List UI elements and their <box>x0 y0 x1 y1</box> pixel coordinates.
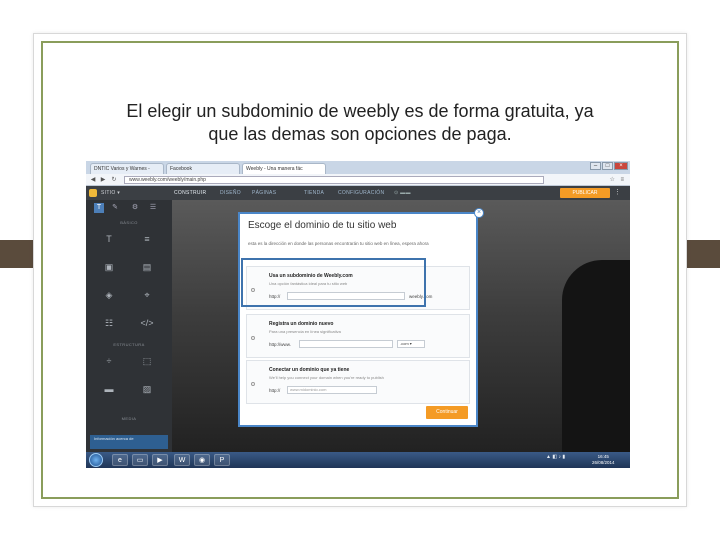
sidebar-tab-settings-icon[interactable]: ☰ <box>148 203 158 213</box>
dialog-title: Escoge el dominio de tu sitio web <box>248 220 397 231</box>
powerpoint-icon[interactable]: P <box>214 454 230 466</box>
screenshot: DNTIC Varios y Warnes - Facebook Weebly … <box>86 161 630 468</box>
element-gallery-icon[interactable]: ◈ <box>92 284 126 306</box>
element-map-icon[interactable]: ⌖ <box>130 284 164 306</box>
subdomain-highlight-box <box>241 258 426 307</box>
element-contact-form-icon[interactable]: ☷ <box>92 312 126 334</box>
tld-select-value: .com <box>400 341 409 346</box>
clock-date: 26/08/2014 <box>592 460 615 465</box>
element-text-icon[interactable]: ≡ <box>130 228 164 250</box>
publish-button[interactable]: PUBLICAR <box>560 188 610 198</box>
minimize-button[interactable]: – <box>590 162 601 170</box>
more-menu-icon[interactable]: ⋮ <box>614 186 621 200</box>
start-button-icon[interactable] <box>89 453 103 467</box>
browser-menu-icons[interactable]: ☆ ≡ <box>609 176 626 184</box>
forward-icon[interactable]: ▶ <box>99 176 107 184</box>
connect-title: Conectar un dominio que ya tiene <box>269 367 350 373</box>
browser-tab-3-active[interactable]: Weebly - Una manera fác <box>242 163 326 174</box>
explorer-icon[interactable]: ▭ <box>132 454 148 466</box>
element-embed-code-icon[interactable]: </> <box>130 312 164 334</box>
element-image-text-icon[interactable]: ▤ <box>130 256 164 278</box>
caption-line-1: El elegir un subdominio de weebly es de … <box>126 101 594 121</box>
browser-tab-2[interactable]: Facebook <box>166 163 240 174</box>
weebly-logo-icon[interactable] <box>89 189 97 197</box>
nav-diseno[interactable]: DISEÑO <box>220 186 241 200</box>
sidebar-section-media: MEDIA <box>121 416 137 421</box>
caption-line-2: que las demas son opciones de paga. <box>208 124 512 144</box>
element-divider-icon[interactable]: ÷ <box>92 350 126 372</box>
element-title-icon[interactable]: T <box>92 228 126 250</box>
domain-dialog: × Escoge el dominio de tu sitio web esta… <box>238 208 484 427</box>
connect-radio[interactable] <box>251 382 255 386</box>
element-button-icon[interactable]: ▬ <box>92 378 126 400</box>
option-connect-domain[interactable]: Conectar un dominio que ya tiene We'll h… <box>246 360 470 404</box>
continue-button[interactable]: Continuar <box>426 406 468 419</box>
register-input[interactable] <box>299 340 393 348</box>
sidebar-tab-tools-icon[interactable]: ⚙ <box>130 203 140 213</box>
connect-input[interactable]: www.midominio.com <box>287 386 377 394</box>
sidebar-section-structure: ESTRUCTURA <box>113 342 145 347</box>
tld-select[interactable]: .com ▾ <box>397 340 425 348</box>
chrome-icon[interactable]: ◉ <box>194 454 210 466</box>
elements-sidebar: T ✎ ⚙ ☰ BÁSICO T ≡ ▣ ▤ ◈ ⌖ ☷ </> ESTRUCT… <box>86 200 172 452</box>
back-icon[interactable]: ◀ <box>89 176 97 184</box>
register-title: Registra un dominio nuevo <box>269 321 334 327</box>
system-tray-icons[interactable]: ▲ ◧ ♪ ▮ <box>546 454 565 460</box>
element-search-icon[interactable]: ▨ <box>130 378 164 400</box>
sidebar-tab-edit-icon[interactable]: ✎ <box>110 203 120 213</box>
nav-configuracion[interactable]: CONFIGURACIÓN <box>338 186 384 200</box>
windows-taskbar: e ▭ ▶ W ◉ P ▲ ◧ ♪ ▮ 16:45 26/08/2014 <box>86 452 630 468</box>
register-subtitle: Para una presencia en línea significativ… <box>269 329 341 334</box>
connect-prefix: http:// <box>269 388 281 393</box>
slide: El elegir un subdominio de weebly es de … <box>0 0 720 540</box>
dialog-close-icon[interactable]: × <box>474 208 484 218</box>
ie-icon[interactable]: e <box>112 454 128 466</box>
maximize-button[interactable]: □ <box>602 162 613 170</box>
sidebar-info-item[interactable]: Información acerca de <box>90 435 168 449</box>
browser-toolbar: ◀ ▶ ↻ www.weebly.com/weebly/main.php ☆ ≡ <box>86 174 630 186</box>
nav-tienda[interactable]: TIENDA <box>304 186 324 200</box>
register-prefix: http://www. <box>269 342 292 347</box>
dialog-description: esta es la dirección en donde las person… <box>248 241 429 246</box>
nav-construir[interactable]: CONSTRUIR <box>174 186 206 200</box>
address-bar[interactable]: www.weebly.com/weebly/main.php <box>124 176 544 184</box>
option-register-domain[interactable]: Registra un dominio nuevo Para una prese… <box>246 314 470 358</box>
browser-tab-1[interactable]: DNTIC Varios y Warnes - <box>90 163 164 174</box>
word-icon[interactable]: W <box>174 454 190 466</box>
browser-tab-strip: DNTIC Varios y Warnes - Facebook Weebly … <box>86 161 630 174</box>
window-controls: – □ × <box>590 162 628 171</box>
element-image-icon[interactable]: ▣ <box>92 256 126 278</box>
element-spacer-icon[interactable]: ⬚ <box>130 350 164 372</box>
sidebar-section-basic: BÁSICO <box>120 220 138 225</box>
chevron-down-icon: ▾ <box>409 341 412 346</box>
site-selector[interactable]: SITIO ▾ <box>101 186 120 200</box>
weebly-topbar: SITIO ▾ CONSTRUIR DISEÑO PÁGINAS TIENDA … <box>86 186 630 200</box>
slide-caption: El elegir un subdominio de weebly es de … <box>60 100 660 146</box>
help-icon[interactable]: ⊙ ▬▬ <box>394 186 411 200</box>
reload-icon[interactable]: ↻ <box>110 176 118 184</box>
sidebar-tabs: T ✎ ⚙ ☰ <box>86 200 172 216</box>
background-photo-rocks <box>562 260 630 452</box>
nav-paginas[interactable]: PÁGINAS <box>252 186 276 200</box>
close-window-button[interactable]: × <box>614 162 628 170</box>
connect-subtitle: We'll help you connect your domain when … <box>269 375 384 380</box>
taskbar-clock[interactable]: 16:45 26/08/2014 <box>592 454 615 466</box>
register-radio[interactable] <box>251 336 255 340</box>
sidebar-tab-build-icon[interactable]: T <box>94 203 104 213</box>
media-player-icon[interactable]: ▶ <box>152 454 168 466</box>
